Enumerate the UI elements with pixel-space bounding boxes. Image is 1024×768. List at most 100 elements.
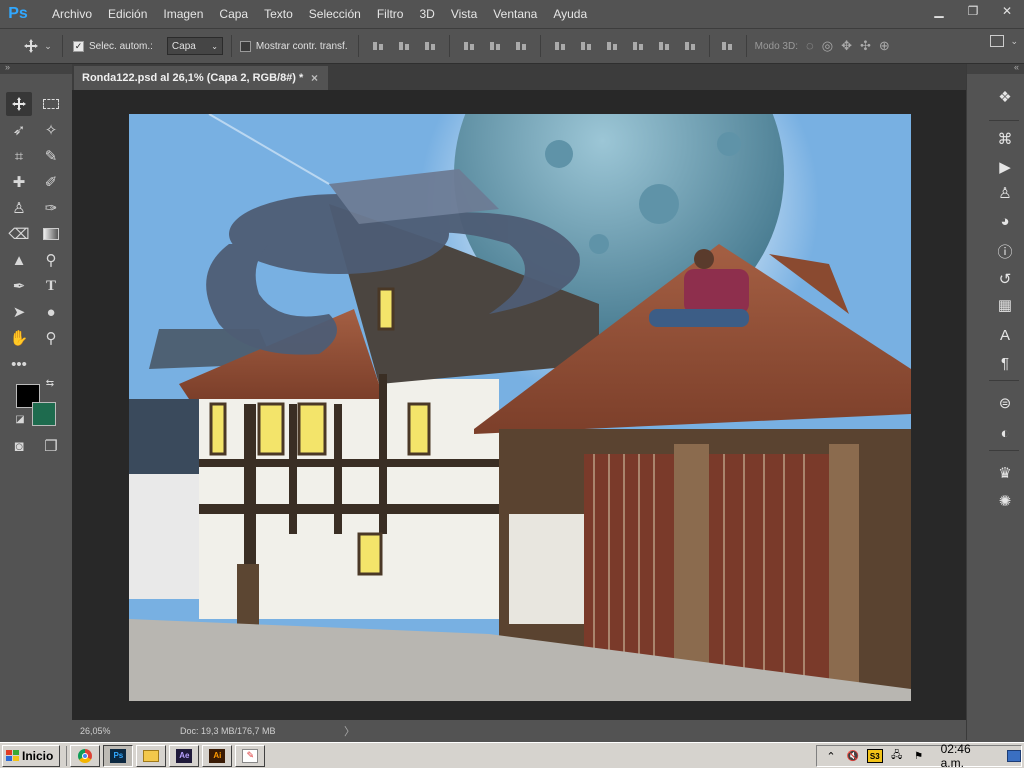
screen-mode-icon[interactable]: ❐ [38, 434, 64, 458]
magic-wand-tool-icon[interactable]: ✧ [38, 118, 64, 142]
move-tool-icon[interactable] [6, 92, 32, 116]
show-transform-checkbox[interactable] [239, 40, 251, 52]
swap-colors-icon[interactable]: ⇆ [42, 376, 58, 390]
close-button[interactable]: ✕ [990, 0, 1024, 22]
align-top-icon[interactable] [371, 39, 385, 53]
s3-tray-icon[interactable]: S3 [866, 749, 883, 763]
clone-stamp-tool-icon[interactable]: ♙ [6, 196, 32, 220]
illustrator-taskbar-button[interactable]: Ai [202, 744, 233, 767]
action-center-flag-icon[interactable]: ⚑ [911, 749, 927, 763]
document-canvas[interactable] [129, 114, 911, 701]
chevron-down-icon[interactable]: ⌄ [1010, 36, 1018, 47]
crop-tool-icon[interactable]: ⌗ [6, 144, 32, 168]
history-panel-icon[interactable]: ↺ [994, 268, 1016, 290]
more-tools-icon[interactable]: ••• [6, 352, 32, 376]
show-desktop-icon[interactable] [1007, 750, 1021, 762]
hand-tool-icon[interactable]: ✋ [6, 326, 32, 350]
distribute-horizontal-center-icon[interactable] [657, 39, 671, 53]
chrome-taskbar-button[interactable] [70, 744, 101, 767]
align-horizontal-center-icon[interactable] [488, 39, 502, 53]
scale-3d-icon[interactable]: ⊕ [879, 38, 890, 54]
brushes-panel-icon[interactable]: ✺ [994, 490, 1016, 512]
menu-vista[interactable]: Vista [443, 0, 485, 28]
collapse-arrows-icon[interactable]: « [1014, 62, 1019, 72]
workspace-icon[interactable] [990, 35, 1005, 47]
show-hidden-icons-icon[interactable]: ⌃ [823, 749, 839, 763]
distribute-top-icon[interactable] [553, 39, 567, 53]
background-color-swatch[interactable] [32, 402, 56, 426]
orbit-3d-icon[interactable]: ◌ [806, 38, 814, 54]
healing-brush-tool-icon[interactable]: ✚ [6, 170, 32, 194]
slide-3d-icon[interactable]: ✣ [860, 38, 871, 54]
brush-presets-icon[interactable]: ♛ [994, 462, 1016, 484]
menu-ayuda[interactable]: Ayuda [545, 0, 595, 28]
gradient-tool-icon[interactable] [38, 222, 64, 246]
restore-button[interactable]: ❐ [956, 0, 990, 22]
roll-3d-icon[interactable]: ◎ [822, 38, 833, 54]
eraser-tool-icon[interactable]: ⌫ [6, 222, 32, 246]
clone-source-icon[interactable]: ♙ [994, 182, 1016, 204]
paths-panel-icon[interactable]: ⌘ [994, 128, 1016, 150]
channels-panel-icon[interactable]: ⊜ [994, 392, 1016, 414]
photoshop-taskbar-button[interactable]: Ps [103, 744, 134, 767]
layers-panel-icon[interactable]: ❖ [994, 86, 1016, 108]
paint-taskbar-button[interactable]: ✎ [235, 744, 266, 767]
document-tab[interactable]: Ronda122.psd al 26,1% (Capa 2, RGB/8#) *… [74, 66, 328, 90]
blur-tool-icon[interactable]: ▲ [6, 248, 32, 272]
minimize-button[interactable]: ▁ [922, 0, 956, 22]
brush-tool-icon[interactable]: ✐ [38, 170, 64, 194]
actions-panel-icon[interactable]: ▶ [994, 156, 1016, 178]
menu-imagen[interactable]: Imagen [155, 0, 211, 28]
distribute-vertical-center-icon[interactable] [579, 39, 593, 53]
collapse-arrows-icon[interactable]: » [5, 62, 10, 72]
eyedropper-tool-icon[interactable]: ✎ [38, 144, 64, 168]
path-selection-tool-icon[interactable]: ➤ [6, 300, 32, 324]
volume-muted-icon[interactable]: 🔇 [845, 749, 861, 763]
history-brush-tool-icon[interactable]: ✑ [38, 196, 64, 220]
align-bottom-icon[interactable] [423, 39, 437, 53]
close-tab-icon[interactable]: × [311, 71, 318, 85]
dodge-tool-icon[interactable]: ⚲ [38, 248, 64, 272]
distribute-left-icon[interactable] [631, 39, 645, 53]
align-vertical-center-icon[interactable] [397, 39, 411, 53]
after-effects-taskbar-button[interactable]: Ae [169, 744, 200, 767]
pen-tool-icon[interactable]: ✒ [6, 274, 32, 298]
explorer-taskbar-button[interactable] [136, 744, 167, 767]
align-left-icon[interactable] [462, 39, 476, 53]
clock[interactable]: 02:46 a.m. [941, 742, 997, 768]
color-panel-icon[interactable]: ◕ [994, 210, 1016, 232]
character-panel-icon[interactable]: A [994, 324, 1016, 346]
marquee-tool-icon[interactable] [38, 92, 64, 116]
distribute-bottom-icon[interactable] [605, 39, 619, 53]
canvas-area[interactable] [72, 90, 966, 720]
toolbar-collapse-strip[interactable]: » [0, 62, 72, 74]
menu-filtro[interactable]: Filtro [369, 0, 412, 28]
menu-ventana[interactable]: Ventana [485, 0, 545, 28]
auto-select-target-dropdown[interactable]: Capa ⌄ [166, 37, 223, 55]
move-tool-preset-icon[interactable] [20, 34, 42, 58]
zoom-level[interactable]: 26,05% [72, 726, 132, 736]
menu-3d[interactable]: 3D [411, 0, 442, 28]
dock-collapse-strip[interactable]: « [967, 62, 1024, 74]
default-colors-icon[interactable]: ◪ [12, 412, 28, 426]
auto-select-checkbox[interactable]: ✓ [73, 40, 84, 52]
menu-capa[interactable]: Capa [211, 0, 256, 28]
lasso-tool-icon[interactable]: ➶ [6, 118, 32, 142]
ellipse-tool-icon[interactable]: ● [38, 300, 64, 324]
paragraph-panel-icon[interactable]: ¶ [994, 352, 1016, 374]
align-right-icon[interactable] [514, 39, 528, 53]
type-tool-icon[interactable]: T [38, 274, 64, 298]
distribute-right-icon[interactable] [683, 39, 697, 53]
menu-texto[interactable]: Texto [256, 0, 301, 28]
network-icon[interactable]: 🖧 [889, 749, 905, 763]
menu-edicion[interactable]: Edición [100, 0, 155, 28]
zoom-tool-icon[interactable]: ⚲ [38, 326, 64, 350]
menu-seleccion[interactable]: Selección [301, 0, 369, 28]
status-menu-arrow-icon[interactable]: 〉 [344, 723, 355, 739]
quick-mask-icon[interactable]: ◙ [6, 434, 32, 458]
menu-archivo[interactable]: Archivo [44, 0, 100, 28]
info-panel-icon[interactable]: ⓘ [994, 240, 1016, 262]
properties-panel-icon[interactable]: ▦ [994, 294, 1016, 316]
chevron-down-icon[interactable]: ⌄ [42, 34, 54, 58]
adjustments-panel-icon[interactable]: ◐ [994, 422, 1016, 444]
